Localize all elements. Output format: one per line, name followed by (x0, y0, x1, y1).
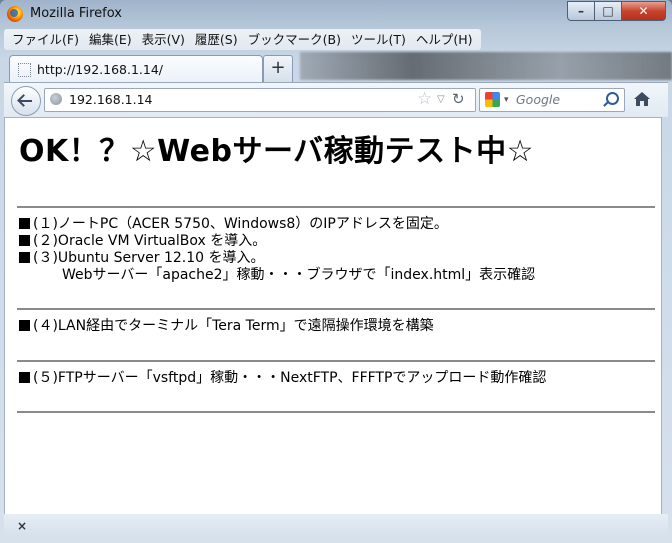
page-heading: OK！？☆Webサーバ稼動テスト中☆ (19, 134, 535, 169)
bullet-square (19, 320, 30, 331)
menu-bookmarks[interactable]: ブックマーク(B) (243, 29, 346, 50)
list-item: (１)ノートPC（ACER 5750、Windows8）のIPアドレスを固定。 (19, 216, 448, 232)
menu-edit[interactable]: 編集(E) (84, 29, 137, 50)
window-title: Mozilla Firefox (30, 6, 122, 21)
search-placeholder: Google (516, 92, 561, 107)
close-statusbar-icon[interactable]: × (17, 519, 27, 533)
background-blur (300, 52, 672, 80)
reload-icon[interactable]: ↻ (452, 89, 465, 109)
history-dropdown-icon[interactable]: ▽ (437, 91, 445, 109)
tab-current[interactable]: http://192.168.1.14/ (9, 55, 263, 83)
window-controls: – □ ✕ (567, 1, 666, 21)
divider (17, 308, 655, 310)
search-icon[interactable] (606, 92, 619, 105)
url-bar[interactable]: 192.168.1.14 ☆ ▽ ↻ (44, 88, 476, 112)
maximize-button[interactable]: □ (595, 1, 622, 21)
bookmark-star-icon[interactable]: ☆ (417, 89, 432, 109)
minimize-button[interactable]: – (567, 1, 595, 21)
menu-history[interactable]: 履歴(S) (190, 29, 243, 50)
list-item: (５)FTPサーバー「vsftpd」稼動・・・NextFTP、FFFTPでアップ… (19, 370, 546, 386)
home-icon[interactable] (632, 89, 652, 109)
status-bar: × (4, 514, 668, 538)
menu-tools[interactable]: ツール(T) (346, 29, 411, 50)
navigation-bar: 192.168.1.14 ☆ ▽ ↻ ▾ Google (4, 82, 668, 117)
menu-view[interactable]: 表示(V) (137, 29, 190, 50)
firefox-icon (7, 6, 23, 22)
globe-icon (50, 93, 62, 105)
google-icon[interactable] (485, 92, 500, 107)
bullet-square (19, 235, 30, 246)
browser-window: Mozilla Firefox – □ ✕ ファイル(F) 編集(E) 表示(V… (0, 0, 672, 543)
close-button[interactable]: ✕ (622, 1, 666, 21)
divider (17, 360, 655, 362)
list-item: (４)LAN経由でターミナル「Tera Term」で遠隔操作環境を構築 (19, 318, 434, 334)
divider (17, 206, 655, 208)
bullet-square (19, 372, 30, 383)
url-text: 192.168.1.14 (69, 92, 153, 107)
title-bar: Mozilla Firefox – □ ✕ (0, 0, 672, 28)
new-tab-button[interactable]: + (263, 55, 293, 82)
list-item: (３)Ubuntu Server 12.10 を導入。 (19, 250, 265, 266)
bullet-square (19, 218, 30, 229)
search-bar[interactable]: ▾ Google (479, 88, 625, 112)
divider (17, 411, 655, 413)
list-item-detail: Webサーバー「apache2」稼動・・・ブラウザで「index.html」表示… (62, 267, 536, 283)
menu-file[interactable]: ファイル(F) (7, 29, 84, 50)
back-button[interactable] (11, 86, 41, 116)
page-content: OK！？☆Webサーバ稼動テスト中☆ (１)ノートPC（ACER 5750、Wi… (4, 117, 662, 515)
menu-bar: ファイル(F) 編集(E) 表示(V) 履歴(S) ブックマーク(B) ツール(… (4, 29, 481, 50)
bullet-square (19, 252, 30, 263)
search-engine-dropdown-icon[interactable]: ▾ (504, 91, 509, 109)
tab-label: http://192.168.1.14/ (37, 62, 164, 77)
menu-help[interactable]: ヘルプ(H) (411, 29, 478, 50)
page-icon (18, 63, 31, 77)
list-item: (２)Oracle VM VirtualBox を導入。 (19, 233, 266, 249)
